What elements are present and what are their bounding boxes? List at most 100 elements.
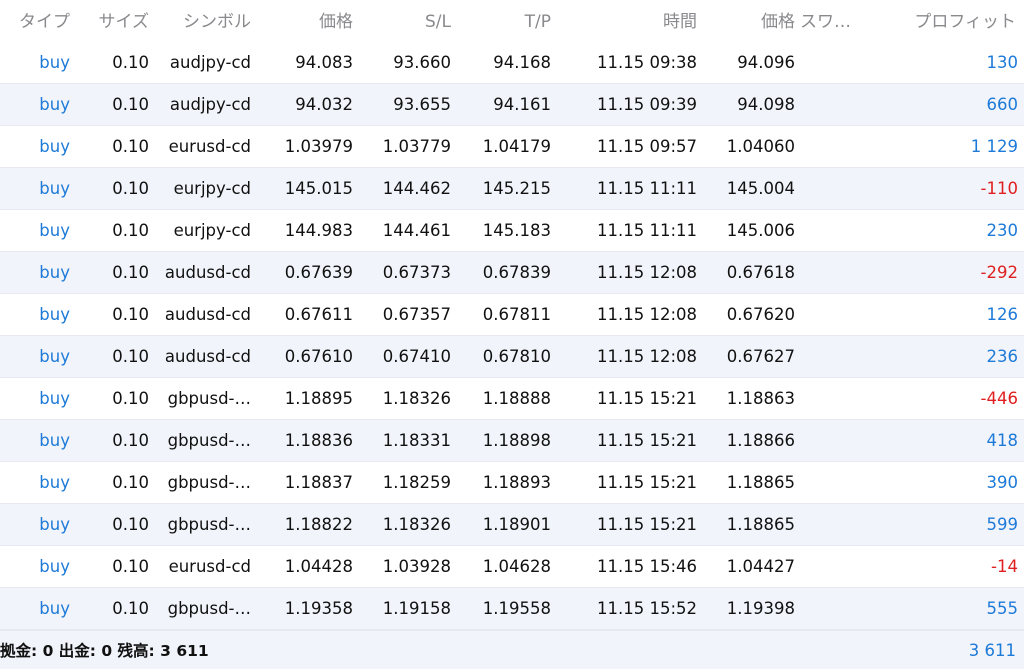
trade-size: 0.10 — [112, 263, 149, 282]
table-row[interactable]: buy 0.10 gbpusd-… 1.18836 1.18331 1.1889… — [0, 420, 1024, 462]
table-row[interactable]: buy 0.10 audusd-cd 0.67611 0.67357 0.678… — [0, 294, 1024, 336]
column-header-type[interactable]: タイプ — [0, 0, 84, 42]
table-row[interactable]: buy 0.10 audjpy-cd 94.032 93.655 94.161 … — [0, 84, 1024, 126]
trade-size: 0.10 — [112, 473, 149, 492]
trade-time: 11.15 15:46 — [596, 557, 697, 576]
column-header-tp[interactable]: T/P — [454, 0, 554, 42]
trade-open-price: 1.19358 — [284, 599, 353, 618]
trade-current-price: 0.67627 — [726, 347, 795, 366]
trade-size: 0.10 — [112, 221, 149, 240]
trade-current-price: 1.19398 — [726, 599, 795, 618]
trade-open-price: 1.18895 — [284, 389, 353, 408]
trade-current-price: 94.098 — [737, 95, 795, 114]
trade-time: 11.15 09:57 — [596, 137, 697, 156]
trade-time: 11.15 12:08 — [596, 305, 697, 324]
trade-open-price: 0.67610 — [284, 347, 353, 366]
trade-tp: 0.67839 — [482, 263, 551, 282]
trade-tp: 0.67811 — [482, 305, 551, 324]
trade-time: 11.15 09:39 — [596, 95, 697, 114]
trade-tp: 1.04628 — [482, 557, 551, 576]
column-header-time[interactable]: 時間 — [554, 0, 700, 42]
trade-type: buy — [39, 347, 70, 366]
column-header-swap[interactable]: スワ… — [798, 0, 876, 42]
trade-open-price: 1.18836 — [284, 431, 353, 450]
column-header-current-price[interactable]: 価格 — [700, 0, 798, 42]
trade-current-price: 1.18863 — [726, 389, 795, 408]
trade-type: buy — [39, 221, 70, 240]
column-header-size[interactable]: サイズ — [84, 0, 152, 42]
table-row[interactable]: buy 0.10 audusd-cd 0.67610 0.67410 0.678… — [0, 336, 1024, 378]
trade-current-price: 1.04060 — [726, 137, 795, 156]
trade-sl: 0.67410 — [382, 347, 451, 366]
trade-open-price: 94.083 — [295, 53, 353, 72]
trade-time: 11.15 15:21 — [596, 389, 697, 408]
trade-swap — [798, 546, 876, 587]
table-row[interactable]: buy 0.10 eurjpy-cd 144.983 144.461 145.1… — [0, 210, 1024, 252]
trade-profit: 130 — [986, 53, 1019, 72]
table-row[interactable]: buy 0.10 gbpusd-… 1.19358 1.19158 1.1955… — [0, 588, 1024, 630]
trade-size: 0.10 — [112, 599, 149, 618]
column-header-symbol[interactable]: シンボル — [152, 0, 254, 42]
trade-size: 0.10 — [112, 305, 149, 324]
account-summary-bar: 拠金: 0 出金: 0 残高: 3 611 3 611 — [0, 630, 1024, 669]
trade-profit: 230 — [986, 221, 1019, 240]
trade-time: 11.15 09:38 — [596, 53, 697, 72]
trade-type: buy — [39, 431, 70, 450]
trade-tp: 145.183 — [482, 221, 551, 240]
trade-swap — [798, 420, 876, 461]
trade-size: 0.10 — [112, 347, 149, 366]
table-row[interactable]: buy 0.10 gbpusd-… 1.18895 1.18326 1.1888… — [0, 378, 1024, 420]
trade-current-price: 1.04427 — [726, 557, 795, 576]
trade-current-price: 94.096 — [737, 53, 795, 72]
trade-size: 0.10 — [112, 557, 149, 576]
trade-current-price: 0.67620 — [726, 305, 795, 324]
table-row[interactable]: buy 0.10 audusd-cd 0.67639 0.67373 0.678… — [0, 252, 1024, 294]
trade-time: 11.15 11:11 — [596, 179, 697, 198]
trade-time: 11.15 15:52 — [596, 599, 697, 618]
trade-type: buy — [39, 557, 70, 576]
trade-sl: 1.18259 — [382, 473, 451, 492]
trade-size: 0.10 — [112, 95, 149, 114]
table-row[interactable]: buy 0.10 audjpy-cd 94.083 93.660 94.168 … — [0, 42, 1024, 84]
trade-current-price: 0.67618 — [726, 263, 795, 282]
trade-swap — [798, 462, 876, 503]
total-profit: 3 611 — [968, 641, 1016, 660]
trade-sl: 144.462 — [382, 179, 451, 198]
trade-swap — [798, 168, 876, 209]
trade-size: 0.10 — [112, 431, 149, 450]
trade-symbol: gbpusd-… — [167, 515, 251, 534]
trade-tp: 1.18888 — [482, 389, 551, 408]
trade-current-price: 145.006 — [726, 221, 795, 240]
trade-symbol: gbpusd-… — [167, 473, 251, 492]
trade-type: buy — [39, 305, 70, 324]
column-header-sl[interactable]: S/L — [356, 0, 454, 42]
trade-sl: 1.18331 — [382, 431, 451, 450]
trade-type: buy — [39, 179, 70, 198]
column-header-open-price[interactable]: 価格 — [254, 0, 356, 42]
trade-open-price: 144.983 — [284, 221, 353, 240]
trade-swap — [798, 588, 876, 629]
table-row[interactable]: buy 0.10 gbpusd-… 1.18837 1.18259 1.1889… — [0, 462, 1024, 504]
trade-sl: 93.660 — [393, 53, 451, 72]
trade-symbol: audjpy-cd — [169, 53, 251, 72]
trade-swap — [798, 252, 876, 293]
trade-open-price: 1.18837 — [284, 473, 353, 492]
trade-profit: -292 — [980, 263, 1018, 282]
table-row[interactable]: buy 0.10 gbpusd-… 1.18822 1.18326 1.1890… — [0, 504, 1024, 546]
trade-profit: 236 — [986, 347, 1019, 366]
trade-symbol: eurjpy-cd — [173, 221, 251, 240]
trade-profit: 126 — [986, 305, 1019, 324]
table-row[interactable]: buy 0.10 eurjpy-cd 145.015 144.462 145.2… — [0, 168, 1024, 210]
trade-open-price: 94.032 — [295, 95, 353, 114]
column-header-profit[interactable]: プロフィット — [876, 0, 1024, 42]
trade-symbol: audusd-cd — [164, 347, 251, 366]
table-row[interactable]: buy 0.10 eurusd-cd 1.04428 1.03928 1.046… — [0, 546, 1024, 588]
trade-profit: 1 129 — [970, 137, 1018, 156]
table-row[interactable]: buy 0.10 eurusd-cd 1.03979 1.03779 1.041… — [0, 126, 1024, 168]
trade-sl: 1.03779 — [382, 137, 451, 156]
trade-tp: 0.67810 — [482, 347, 551, 366]
trade-current-price: 1.18865 — [726, 473, 795, 492]
trade-time: 11.15 15:21 — [596, 515, 697, 534]
trade-sl: 93.655 — [393, 95, 451, 114]
trade-tp: 1.18898 — [482, 431, 551, 450]
